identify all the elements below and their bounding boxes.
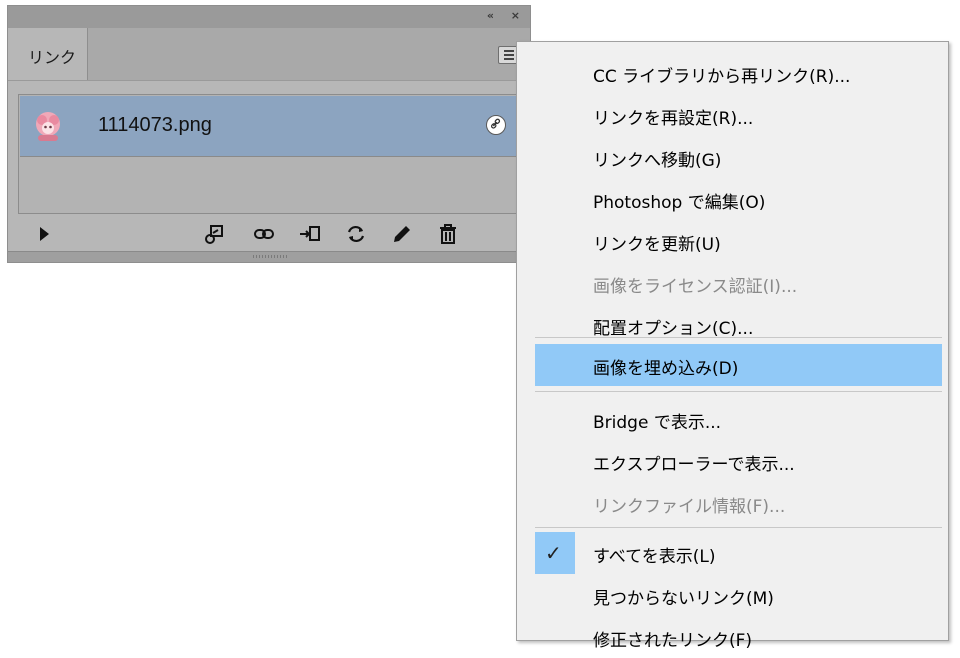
tab-links-label: リンク [28,48,77,67]
check-area: ✓ [535,532,575,574]
collapse-icon[interactable]: « [487,9,494,23]
menu-item-modified-links[interactable]: 修正されたリンク(F) [535,616,942,658]
menu-separator [535,527,942,528]
menu-item-show-all[interactable]: ✓ すべてを表示(L) [535,532,942,574]
tab-links[interactable]: リンク [8,28,88,80]
panel-context-menu: CC ライブラリから再リンク(R)... リンクを再設定(R)... リンクへ移… [516,41,949,651]
menu-item-placement-options[interactable]: 配置オプション(C)... [535,304,942,346]
checkmark-icon: ✓ [545,541,562,565]
menu-item-license-image: 画像をライセンス認証(I)... [593,277,798,297]
panel-resize-handle[interactable] [8,251,530,262]
menu-item-link-file-info: リンクファイル情報(F)... [593,497,786,517]
menu-item-show-in-bridge[interactable]: Bridge で表示... [535,398,942,440]
file-name: 1114073.png [98,114,212,136]
menu-item-embed-image[interactable]: 画像を埋め込み(D) [535,344,942,386]
menu-item-edit-in-photoshop[interactable]: Photoshop で編集(O) [535,178,942,220]
links-panel: « × リンク 1114073.png [7,5,531,263]
relink-from-cc-icon[interactable] [202,222,228,246]
menu-item-go-to-link[interactable]: リンクへ移動(G) [535,136,942,178]
menu-item-missing-links[interactable]: 見つからないリンク(M) [535,574,942,616]
resize-grip [253,255,287,258]
panel-toolbar [8,216,530,252]
menu-item-relink-from-cc[interactable]: CC ライブラリから再リンク(R)... [535,52,942,94]
edit-original-icon[interactable] [390,222,416,246]
image-thumbnail-icon [36,112,60,141]
menu-separator [535,391,942,392]
relink-icon[interactable] [252,222,278,246]
delete-icon[interactable] [436,222,462,246]
play-icon[interactable] [32,222,58,246]
update-link-icon[interactable] [344,222,370,246]
close-icon[interactable]: × [511,9,520,23]
link-status-icon [486,115,506,135]
go-to-link-icon[interactable] [298,222,324,246]
panel-title-bar[interactable]: « × [8,6,530,28]
links-list: 1114073.png [18,94,522,214]
tab-strip: リンク [8,28,530,81]
list-item[interactable]: 1114073.png [20,96,520,157]
menu-item-update-link[interactable]: リンクを更新(U) [535,220,942,262]
menu-item-show-in-explorer[interactable]: エクスプローラーで表示... [535,440,942,482]
menu-item-relink[interactable]: リンクを再設定(R)... [535,94,942,136]
menu-separator [535,337,942,338]
